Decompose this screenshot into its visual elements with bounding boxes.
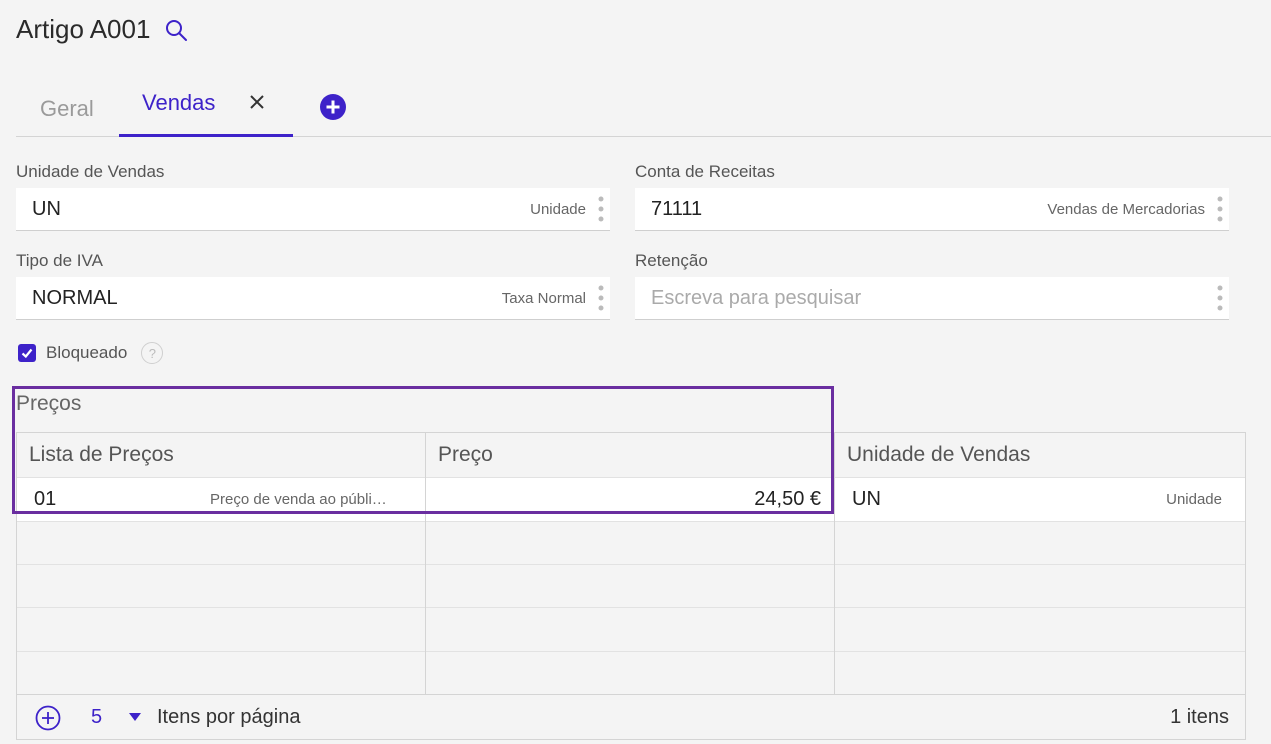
- prices-section-title: Preços: [16, 392, 82, 415]
- plus-circle-icon: [320, 94, 346, 120]
- table-row-empty[interactable]: [17, 564, 1245, 608]
- sales-unit-description: Unidade: [1166, 491, 1222, 508]
- page-title-text: Artigo A001: [16, 14, 151, 44]
- revenue-account-label: Conta de Receitas: [635, 162, 775, 181]
- column-header-sales-unit[interactable]: Unidade de Vendas: [847, 433, 1030, 477]
- page-size-select[interactable]: 5: [91, 706, 102, 729]
- blocked-checkbox[interactable]: [18, 344, 36, 362]
- revenue-account-value: 71111: [651, 197, 703, 220]
- items-per-page-label: Itens por página: [157, 705, 301, 728]
- kebab-menu-icon[interactable]: [598, 196, 604, 222]
- sales-unit-value: UN: [32, 197, 61, 220]
- sales-unit-description: Unidade: [530, 200, 586, 218]
- vat-type-label: Tipo de IVA: [16, 251, 103, 270]
- kebab-menu-icon[interactable]: [1217, 196, 1223, 222]
- withholding-placeholder: Escreva para pesquisar: [651, 286, 862, 309]
- withholding-label: Retenção: [635, 251, 708, 270]
- tab-bar: Geral Vendas: [16, 78, 1271, 137]
- help-icon[interactable]: ?: [141, 342, 164, 364]
- tab-vendas[interactable]: Vendas: [119, 78, 293, 136]
- table-row-empty[interactable]: [17, 521, 1245, 565]
- withholding-field[interactable]: Escreva para pesquisar: [635, 277, 1229, 320]
- kebab-menu-icon[interactable]: [1217, 285, 1223, 311]
- add-row-button[interactable]: [35, 705, 61, 731]
- sales-unit-label: Unidade de Vendas: [16, 162, 165, 181]
- price-list-description: Preço de venda ao públi…: [210, 491, 387, 508]
- add-tab-button[interactable]: [319, 93, 347, 121]
- vat-type-field[interactable]: NORMAL Taxa Normal: [16, 277, 610, 320]
- blocked-label: Bloqueado: [46, 343, 128, 362]
- vat-type-description: Taxa Normal: [501, 289, 586, 307]
- active-tab-indicator: [119, 134, 293, 137]
- column-divider: [425, 433, 426, 695]
- tab-geral[interactable]: Geral: [40, 80, 94, 138]
- tab-vendas-label: Vendas: [142, 90, 216, 115]
- caret-down-icon[interactable]: [129, 712, 141, 722]
- price-list-code: 01: [34, 488, 57, 510]
- sales-unit-code: UN: [852, 488, 881, 510]
- vat-type-value: NORMAL: [32, 286, 118, 309]
- blocked-row: Bloqueado ?: [18, 342, 164, 364]
- revenue-account-description: Vendas de Mercadorias: [1047, 200, 1205, 218]
- kebab-menu-icon[interactable]: [598, 285, 604, 311]
- grid-footer: 5 Itens por página 1 itens: [17, 694, 1245, 739]
- table-row[interactable]: 01 Preço de venda ao públi… 24,50 € UN U…: [17, 477, 1245, 521]
- column-header-price-list[interactable]: Lista de Preços: [29, 433, 174, 477]
- check-icon: [21, 348, 33, 359]
- column-divider: [834, 433, 835, 695]
- table-row-empty[interactable]: [17, 607, 1245, 651]
- search-icon[interactable]: [164, 18, 188, 42]
- prices-grid: Lista de Preços Preço Unidade de Vendas …: [16, 432, 1246, 740]
- price-value: 24,50 €: [754, 488, 821, 510]
- items-count: 1 itens: [1170, 705, 1229, 728]
- prices-grid-header: Lista de Preços Preço Unidade de Vendas: [17, 433, 1245, 477]
- table-row-empty[interactable]: [17, 651, 1245, 695]
- plus-circle-outline-icon: [35, 705, 61, 731]
- column-header-price[interactable]: Preço: [438, 433, 493, 477]
- close-icon[interactable]: [247, 92, 267, 112]
- page-title: Artigo A001: [16, 14, 188, 45]
- sales-unit-field[interactable]: UN Unidade: [16, 188, 610, 231]
- tab-geral-label: Geral: [40, 96, 94, 121]
- revenue-account-field[interactable]: 71111 Vendas de Mercadorias: [635, 188, 1229, 231]
